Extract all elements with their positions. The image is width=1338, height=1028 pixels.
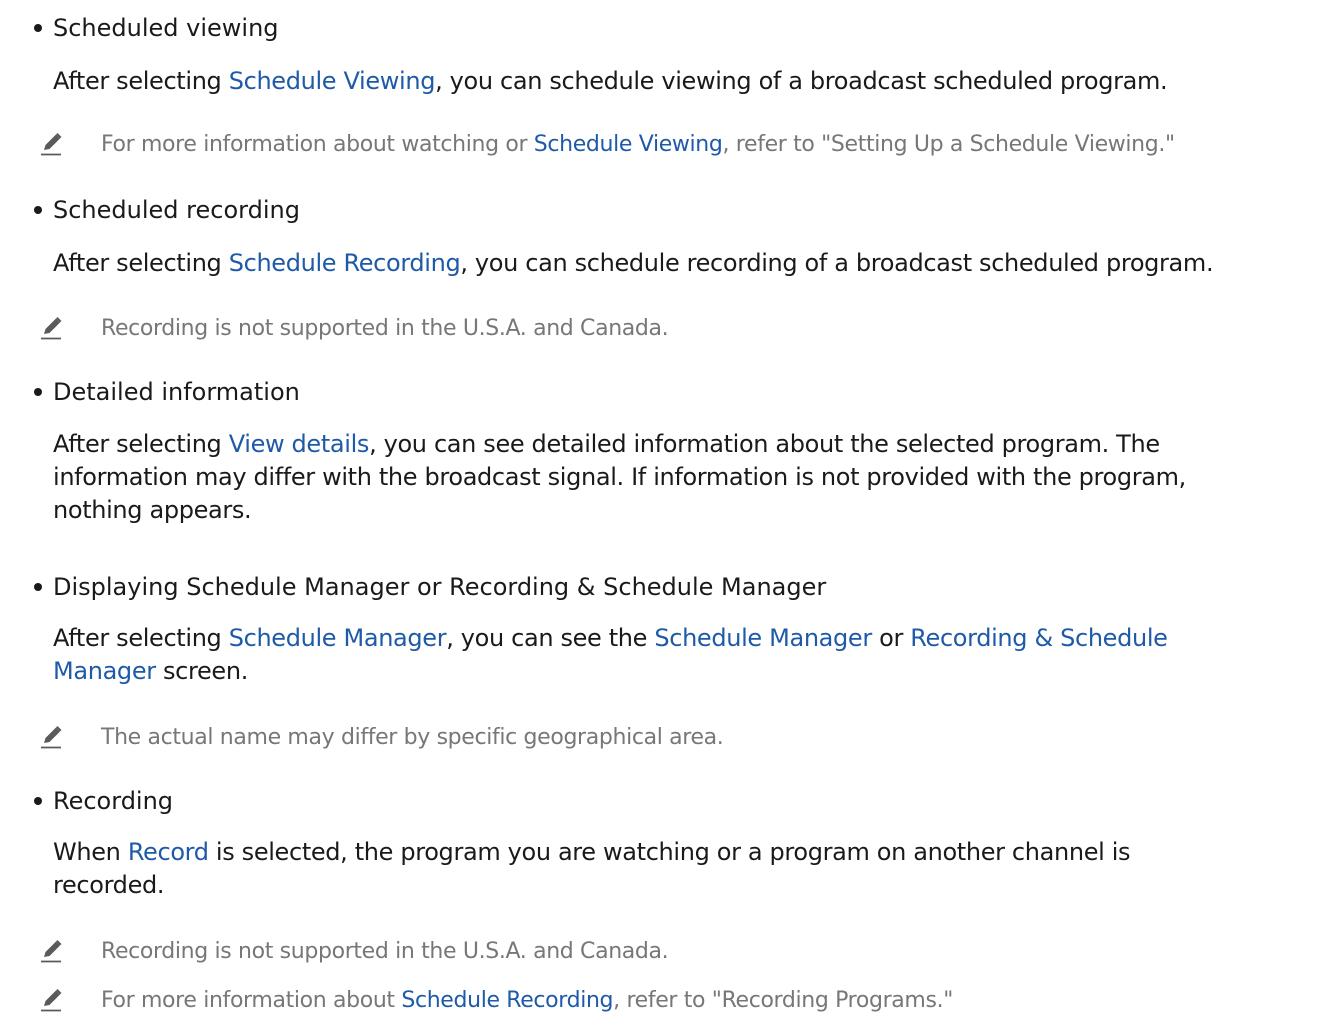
link-schedule-viewing[interactable]: Schedule Viewing [229,67,436,95]
note: Recording is not supported in the U.S.A.… [40,937,1330,973]
section-body: After selecting Schedule Manager, you ca… [53,624,1168,685]
section-body: After selecting View details, you can se… [53,430,1186,524]
note: For more information about watching or S… [40,130,1330,166]
manual-page: Scheduled viewing After selecting Schedu… [0,0,1338,1028]
link-recording-schedule-manager[interactable]: Recording & Schedule [910,624,1168,652]
pencil-icon [41,317,62,340]
bullet-icon [34,206,42,214]
section-title: Scheduled recording [53,196,300,224]
section-title: Detailed information [53,378,300,406]
section-title: Recording [53,787,174,815]
link-schedule-recording[interactable]: Schedule Recording [229,249,461,277]
bullet-icon [34,797,42,805]
note-text: For more information about Schedule Reco… [101,988,953,1013]
link-schedule-viewing[interactable]: Schedule Viewing [534,132,723,157]
pencil-icon [41,726,62,749]
note-text: For more information about watching or S… [101,132,1175,157]
section-body: When Record is selected, the program you… [53,838,1131,899]
pencil-icon [41,940,62,963]
note: For more information about Schedule Reco… [40,986,1330,1022]
link-schedule-manager[interactable]: Schedule Manager [654,624,872,652]
bullet-icon [34,24,42,32]
bullet-icon [34,583,42,591]
bullet-icon [34,388,42,396]
note: The actual name may differ by specific g… [40,723,1330,759]
note-text: The actual name may differ by specific g… [101,725,724,750]
link-recording-schedule-manager[interactable]: Manager [53,657,156,685]
note-text: Recording is not supported in the U.S.A.… [101,939,669,964]
link-schedule-manager[interactable]: Schedule Manager [229,624,447,652]
section-title: Scheduled viewing [53,14,279,42]
link-record[interactable]: Record [128,838,209,866]
section-title: Displaying Schedule Manager or Recording… [53,573,827,601]
link-schedule-recording[interactable]: Schedule Recording [401,988,613,1013]
section-body: After selecting Schedule Viewing, you ca… [53,67,1168,95]
section-body: After selecting Schedule Recording, you … [53,249,1214,277]
pencil-icon [41,989,62,1012]
pencil-icon [41,133,62,156]
note: Recording is not supported in the U.S.A.… [40,314,1330,350]
link-view-details[interactable]: View details [229,430,370,458]
note-text: Recording is not supported in the U.S.A.… [101,316,669,341]
